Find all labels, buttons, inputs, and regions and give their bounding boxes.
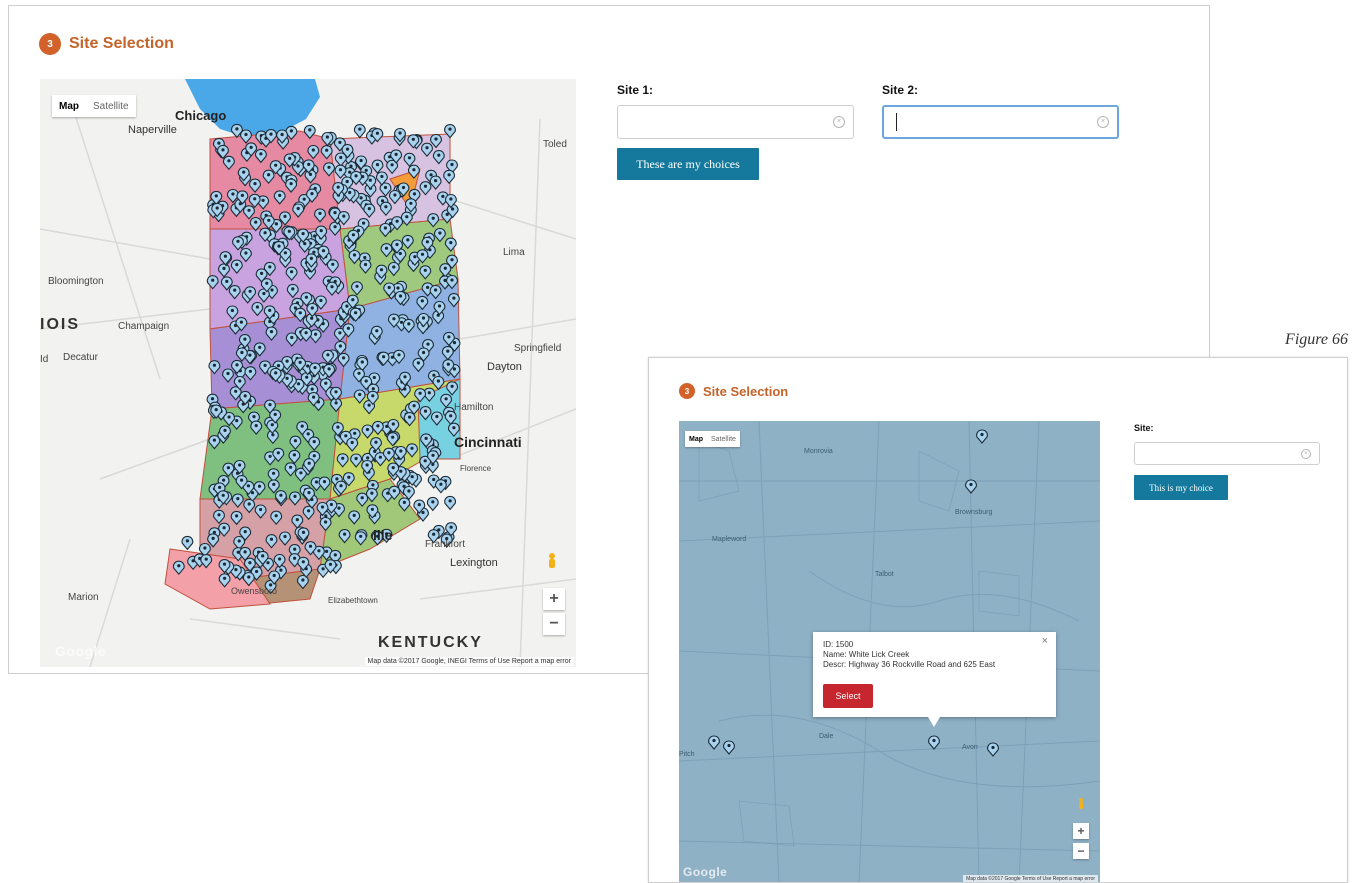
zoom-out-button[interactable]: − [1073,843,1089,859]
google-logo: Google [55,643,107,659]
map-type-map[interactable]: Map [52,101,86,112]
map-attribution[interactable]: Map data ©2017 Google Terms of Use Repor… [963,875,1098,882]
clear-icon[interactable]: × [1097,116,1109,128]
map-label: Champaign [118,321,170,332]
map-type-map[interactable]: Map [685,436,707,443]
map-type-control[interactable]: Map Satellite [685,431,740,447]
site-marker-pin[interactable] [353,124,366,139]
map-attribution[interactable]: Map data ©2017 Google, INEGI Terms of Us… [364,657,574,666]
zoom-in-button[interactable]: + [1073,823,1089,839]
submit-choice-button[interactable]: This is my choice [1134,475,1228,500]
map-type-control[interactable]: Map Satellite [52,95,136,117]
select-site-button[interactable]: Select [823,684,873,708]
zoom-out-button[interactable]: − [543,613,565,635]
map-label: ille [373,527,393,543]
map-label: Hamilton [454,402,494,413]
section-header: 3 Site Selection [39,33,174,55]
map-label: Talbot [875,571,894,578]
map-label: Marion [68,592,99,603]
map-label: Owensboro [231,586,278,596]
section-title: Site Selection [69,35,174,52]
map-label: Toled [543,139,567,150]
map-view[interactable]: Map Satellite Chicago Naperville Toled L… [40,79,576,667]
map-label: Id [40,354,49,365]
map-label: Brownsburg [955,509,993,516]
figure-caption: Figure 66 [1285,331,1348,348]
step-number-badge: 3 [679,383,695,399]
site-input[interactable]: × [1134,442,1320,465]
map-label: KENTUCKY [378,634,483,651]
satellite-map-view[interactable]: Map Satellite Monrovia Brownsburg Maplew… [679,421,1100,882]
site-marker-pin[interactable] [181,535,194,550]
popup-description: Descr: Highway 36 Rockville Road and 625… [823,660,996,669]
map-label: Frankfort [425,539,466,550]
map-type-satellite[interactable]: Satellite [707,436,740,443]
map-label: Florence [460,464,492,473]
clear-icon[interactable]: × [833,116,845,128]
map-label: Avon [962,744,978,751]
map-label: Pitch [679,751,695,758]
site-info-popup: ID: 1500 Name: White Lick Creek Descr: H… [813,632,1056,727]
google-logo: Google [683,865,728,879]
map-label: Dayton [487,361,522,373]
map-label: Monrovia [804,448,833,455]
popup-id: ID: 1500 [823,640,854,649]
map-label: Lima [503,247,525,258]
clear-icon[interactable]: × [1301,448,1311,459]
site-marker-pin[interactable] [444,495,456,510]
zoom-in-button[interactable]: + [543,588,565,610]
site2-label: Site 2: [882,83,919,97]
text-cursor [896,113,897,131]
map-label: Cincinnati [454,434,522,450]
map-label: Lexington [450,557,498,569]
site2-input[interactable]: × [882,105,1119,139]
site-label: Site: [1134,423,1154,433]
map-type-satellite[interactable]: Satellite [86,101,136,112]
map-label: Dale [819,733,834,740]
submit-choices-button[interactable]: These are my choices [617,148,759,180]
site-marker-pin[interactable] [435,479,447,494]
site-marker-pin[interactable] [426,496,439,511]
map-label: Naperville [128,124,177,136]
popup-name: Name: White Lick Creek [823,650,910,659]
site-selection-panel-single-site: 3 Site Selection Map Satellite Monrovia … [648,357,1348,883]
pegman-street-view-icon[interactable] [1076,796,1086,812]
pegman-street-view-icon[interactable] [545,551,559,573]
map-label: Decatur [63,352,99,363]
map-canvas[interactable] [40,79,576,667]
close-icon[interactable]: × [1042,636,1048,647]
map-label: Bloomington [48,276,104,287]
section-header: 3 Site Selection [679,383,788,399]
map-label: Mapleword [712,536,747,543]
site1-input[interactable]: × [617,105,854,139]
map-label: Chicago [175,108,227,123]
step-number-badge: 3 [39,33,61,55]
map-label: Springfield [514,343,562,354]
map-label: IOIS [40,316,81,333]
map-label: Elizabethtown [328,596,378,605]
section-title: Site Selection [703,383,789,399]
site1-label: Site 1: [617,83,654,97]
